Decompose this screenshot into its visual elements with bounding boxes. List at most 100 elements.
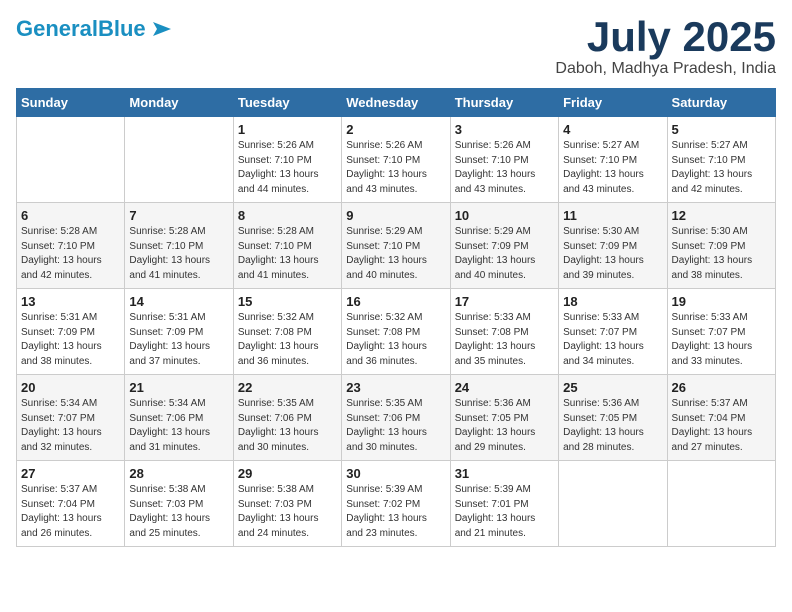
calendar-cell bbox=[17, 117, 125, 203]
calendar-cell: 3 Sunrise: 5:26 AM Sunset: 7:10 PM Daylig… bbox=[450, 117, 558, 203]
calendar-cell: 7Sunrise: 5:28 AM Sunset: 7:10 PM Daylig… bbox=[125, 203, 233, 289]
calendar-cell: 18Sunrise: 5:33 AM Sunset: 7:07 PM Dayli… bbox=[559, 289, 667, 375]
day-info: Sunrise: 5:39 AM Sunset: 7:02 PM Dayligh… bbox=[346, 483, 445, 541]
day-number: 28 bbox=[129, 466, 228, 481]
day-number: 16 bbox=[346, 294, 445, 309]
day-number: 6 bbox=[21, 208, 120, 223]
day-number: 31 bbox=[455, 466, 554, 481]
day-number: 25 bbox=[563, 380, 662, 395]
weekday-header: Sunday bbox=[17, 89, 125, 117]
calendar-cell: 2 Sunrise: 5:26 AM Sunset: 7:10 PM Daylig… bbox=[342, 117, 450, 203]
day-number: 30 bbox=[346, 466, 445, 481]
calendar-header: SundayMondayTuesdayWednesdayThursdayFrid… bbox=[17, 89, 776, 117]
calendar-cell: 5 Sunrise: 5:27 AM Sunset: 7:10 PM Daylig… bbox=[667, 117, 775, 203]
calendar-cell: 13 Sunrise: 5:31 AM Sunset: 7:09 PM Dayli… bbox=[17, 289, 125, 375]
day-number: 20 bbox=[21, 380, 120, 395]
calendar-cell: 9 Sunrise: 5:29 AM Sunset: 7:10 PM Daylig… bbox=[342, 203, 450, 289]
day-info: Sunrise: 5:35 AM Sunset: 7:06 PM Dayligh… bbox=[346, 397, 445, 455]
calendar-cell: 25 Sunrise: 5:36 AM Sunset: 7:05 PM Dayli… bbox=[559, 375, 667, 461]
calendar-cell: 17 Sunrise: 5:33 AM Sunset: 7:08 PM Dayli… bbox=[450, 289, 558, 375]
day-info: Sunrise: 5:34 AM Sunset: 7:07 PM Dayligh… bbox=[21, 397, 120, 455]
day-number: 13 bbox=[21, 294, 120, 309]
day-number: 8 bbox=[238, 208, 337, 223]
day-info: Sunrise: 5:33 AM Sunset: 7:07 PM Dayligh… bbox=[672, 311, 771, 369]
calendar-cell bbox=[667, 461, 775, 547]
calendar-cell: 21Sunrise: 5:34 AM Sunset: 7:06 PM Dayli… bbox=[125, 375, 233, 461]
day-info: Sunrise: 5:33 AM Sunset: 7:07 PM Dayligh… bbox=[563, 311, 662, 369]
logo-text: GeneralBlue bbox=[16, 17, 146, 41]
day-info: Sunrise: 5:30 AM Sunset: 7:09 PM Dayligh… bbox=[672, 225, 771, 283]
day-number: 7 bbox=[129, 208, 228, 223]
calendar-cell: 24 Sunrise: 5:36 AM Sunset: 7:05 PM Dayli… bbox=[450, 375, 558, 461]
day-number: 19 bbox=[672, 294, 771, 309]
day-info: Sunrise: 5:30 AM Sunset: 7:09 PM Dayligh… bbox=[563, 225, 662, 283]
calendar-week-row: 1Sunrise: 5:26 AM Sunset: 7:10 PM Daylig… bbox=[17, 117, 776, 203]
calendar-cell: 11Sunrise: 5:30 AM Sunset: 7:09 PM Dayli… bbox=[559, 203, 667, 289]
day-info: Sunrise: 5:32 AM Sunset: 7:08 PM Dayligh… bbox=[238, 311, 337, 369]
month-title: July 2025 bbox=[555, 16, 776, 58]
day-number: 9 bbox=[346, 208, 445, 223]
weekday-header: Monday bbox=[125, 89, 233, 117]
day-info: Sunrise: 5:29 AM Sunset: 7:10 PM Dayligh… bbox=[346, 225, 445, 283]
day-info: Sunrise: 5:26 AM Sunset: 7:10 PM Dayligh… bbox=[455, 139, 554, 197]
calendar-cell: 29 Sunrise: 5:38 AM Sunset: 7:03 PM Dayli… bbox=[233, 461, 341, 547]
day-info: Sunrise: 5:39 AM Sunset: 7:01 PM Dayligh… bbox=[455, 483, 554, 541]
day-number: 29 bbox=[238, 466, 337, 481]
day-number: 4 bbox=[563, 122, 662, 137]
weekday-header: Thursday bbox=[450, 89, 558, 117]
day-info: Sunrise: 5:36 AM Sunset: 7:05 PM Dayligh… bbox=[455, 397, 554, 455]
day-number: 3 bbox=[455, 122, 554, 137]
calendar-cell: 31 Sunrise: 5:39 AM Sunset: 7:01 PM Dayli… bbox=[450, 461, 558, 547]
title-area: July 2025 Daboh, Madhya Pradesh, India bbox=[555, 16, 776, 78]
day-info: Sunrise: 5:26 AM Sunset: 7:10 PM Dayligh… bbox=[238, 139, 337, 197]
day-info: Sunrise: 5:33 AM Sunset: 7:08 PM Dayligh… bbox=[455, 311, 554, 369]
day-info: Sunrise: 5:37 AM Sunset: 7:04 PM Dayligh… bbox=[672, 397, 771, 455]
calendar-cell: 1Sunrise: 5:26 AM Sunset: 7:10 PM Daylig… bbox=[233, 117, 341, 203]
calendar-cell: 8 Sunrise: 5:28 AM Sunset: 7:10 PM Daylig… bbox=[233, 203, 341, 289]
day-info: Sunrise: 5:28 AM Sunset: 7:10 PM Dayligh… bbox=[238, 225, 337, 283]
day-info: Sunrise: 5:31 AM Sunset: 7:09 PM Dayligh… bbox=[21, 311, 120, 369]
calendar-cell bbox=[125, 117, 233, 203]
calendar-cell: 19 Sunrise: 5:33 AM Sunset: 7:07 PM Dayli… bbox=[667, 289, 775, 375]
page-header: GeneralBlue July 2025 Daboh, Madhya Prad… bbox=[16, 16, 776, 78]
calendar-cell: 26 Sunrise: 5:37 AM Sunset: 7:04 PM Dayli… bbox=[667, 375, 775, 461]
day-info: Sunrise: 5:26 AM Sunset: 7:10 PM Dayligh… bbox=[346, 139, 445, 197]
day-number: 2 bbox=[346, 122, 445, 137]
day-info: Sunrise: 5:27 AM Sunset: 7:10 PM Dayligh… bbox=[672, 139, 771, 197]
calendar-cell: 16 Sunrise: 5:32 AM Sunset: 7:08 PM Dayli… bbox=[342, 289, 450, 375]
day-info: Sunrise: 5:35 AM Sunset: 7:06 PM Dayligh… bbox=[238, 397, 337, 455]
calendar-week-row: 27 Sunrise: 5:37 AM Sunset: 7:04 PM Dayli… bbox=[17, 461, 776, 547]
day-number: 10 bbox=[455, 208, 554, 223]
calendar-cell: 30 Sunrise: 5:39 AM Sunset: 7:02 PM Dayli… bbox=[342, 461, 450, 547]
day-number: 5 bbox=[672, 122, 771, 137]
day-number: 14 bbox=[129, 294, 228, 309]
day-number: 27 bbox=[21, 466, 120, 481]
calendar-cell: 12Sunrise: 5:30 AM Sunset: 7:09 PM Dayli… bbox=[667, 203, 775, 289]
day-info: Sunrise: 5:29 AM Sunset: 7:09 PM Dayligh… bbox=[455, 225, 554, 283]
logo-line1: General bbox=[16, 16, 98, 41]
calendar-cell: 10 Sunrise: 5:29 AM Sunset: 7:09 PM Dayli… bbox=[450, 203, 558, 289]
day-info: Sunrise: 5:32 AM Sunset: 7:08 PM Dayligh… bbox=[346, 311, 445, 369]
calendar-cell: 28 Sunrise: 5:38 AM Sunset: 7:03 PM Dayli… bbox=[125, 461, 233, 547]
day-number: 23 bbox=[346, 380, 445, 395]
day-info: Sunrise: 5:38 AM Sunset: 7:03 PM Dayligh… bbox=[238, 483, 337, 541]
weekday-header: Saturday bbox=[667, 89, 775, 117]
calendar-cell: 14 Sunrise: 5:31 AM Sunset: 7:09 PM Dayli… bbox=[125, 289, 233, 375]
calendar-cell: 6 Sunrise: 5:28 AM Sunset: 7:10 PM Daylig… bbox=[17, 203, 125, 289]
calendar-cell: 23 Sunrise: 5:35 AM Sunset: 7:06 PM Dayli… bbox=[342, 375, 450, 461]
day-info: Sunrise: 5:38 AM Sunset: 7:03 PM Dayligh… bbox=[129, 483, 228, 541]
day-number: 17 bbox=[455, 294, 554, 309]
day-info: Sunrise: 5:36 AM Sunset: 7:05 PM Dayligh… bbox=[563, 397, 662, 455]
calendar-week-row: 20 Sunrise: 5:34 AM Sunset: 7:07 PM Dayli… bbox=[17, 375, 776, 461]
calendar-week-row: 6 Sunrise: 5:28 AM Sunset: 7:10 PM Daylig… bbox=[17, 203, 776, 289]
day-number: 22 bbox=[238, 380, 337, 395]
day-info: Sunrise: 5:37 AM Sunset: 7:04 PM Dayligh… bbox=[21, 483, 120, 541]
day-number: 15 bbox=[238, 294, 337, 309]
calendar-cell: 20 Sunrise: 5:34 AM Sunset: 7:07 PM Dayli… bbox=[17, 375, 125, 461]
day-info: Sunrise: 5:31 AM Sunset: 7:09 PM Dayligh… bbox=[129, 311, 228, 369]
logo-line2: Blue bbox=[98, 16, 146, 41]
day-number: 21 bbox=[129, 380, 228, 395]
day-info: Sunrise: 5:28 AM Sunset: 7:10 PM Dayligh… bbox=[21, 225, 120, 283]
day-number: 26 bbox=[672, 380, 771, 395]
day-number: 24 bbox=[455, 380, 554, 395]
